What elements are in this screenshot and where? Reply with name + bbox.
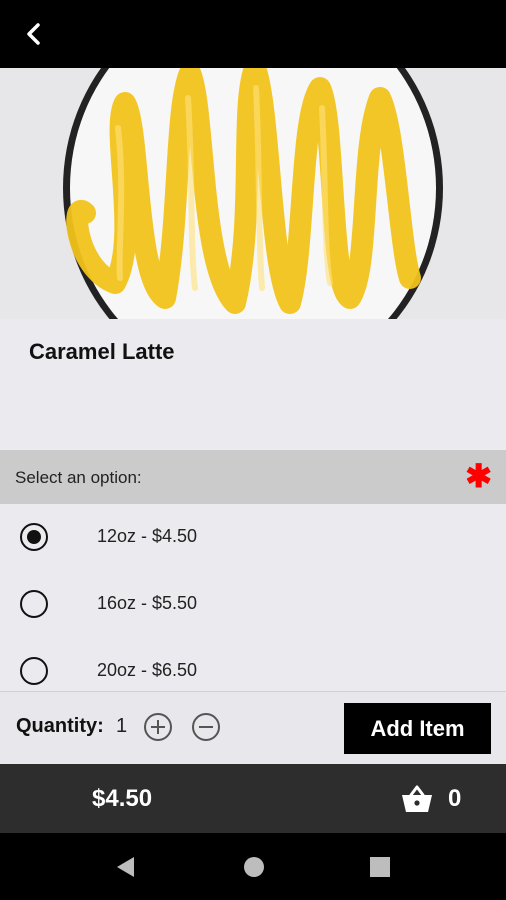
- nav-recents-icon[interactable]: [368, 855, 392, 879]
- system-navigation-bar: [0, 833, 506, 900]
- quantity-bar: Quantity: 1 Add Item: [0, 691, 506, 764]
- plus-circle-icon[interactable]: [143, 712, 173, 742]
- radio-selected-icon[interactable]: [20, 523, 48, 551]
- top-app-bar: [0, 0, 506, 68]
- option-item-16oz[interactable]: 16oz - $5.50: [0, 571, 506, 638]
- cart-count[interactable]: 0: [448, 785, 461, 813]
- product-details: Caramel Latte Select an option: ✱ 12oz -…: [0, 319, 506, 691]
- product-image: [0, 68, 506, 319]
- option-label: 16oz - $5.50: [97, 593, 198, 613]
- add-item-button[interactable]: Add Item: [344, 703, 491, 754]
- radio-unselected-icon[interactable]: [20, 590, 48, 618]
- option-label: 20oz - $6.50: [97, 660, 198, 680]
- order-total-bar: $4.50 0: [0, 764, 506, 833]
- option-label: 12oz - $4.50: [97, 526, 198, 546]
- back-button[interactable]: [18, 18, 50, 50]
- total-price: $4.50: [92, 785, 153, 812]
- quantity-value: 1: [116, 715, 128, 737]
- option-header-label: Select an option:: [15, 468, 142, 487]
- option-item-12oz[interactable]: 12oz - $4.50: [0, 504, 506, 571]
- product-title: Caramel Latte: [29, 339, 175, 364]
- nav-home-icon[interactable]: [242, 855, 266, 879]
- required-asterisk-icon: ✱: [465, 458, 492, 494]
- basket-icon[interactable]: [400, 784, 434, 814]
- minus-circle-icon[interactable]: [191, 712, 221, 742]
- nav-back-icon[interactable]: [114, 855, 138, 879]
- option-section-header: Select an option: ✱: [0, 450, 506, 504]
- radio-unselected-icon[interactable]: [20, 657, 48, 685]
- caramel-latte-photo: [0, 68, 506, 319]
- chevron-left-icon: [27, 23, 40, 45]
- quantity-label: Quantity:: [16, 715, 104, 737]
